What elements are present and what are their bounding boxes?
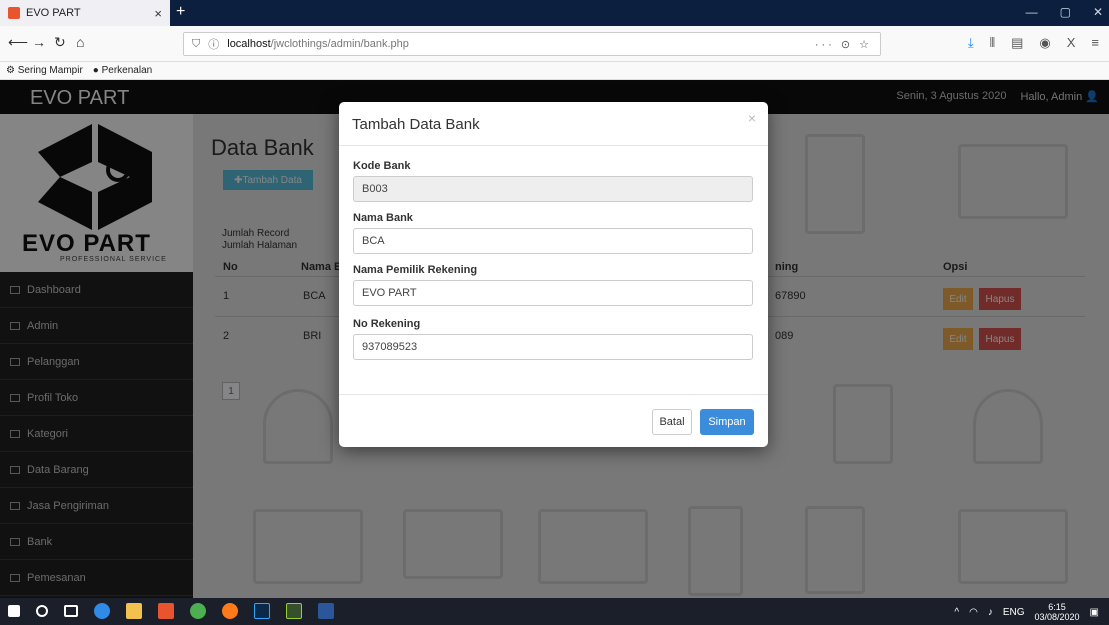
browser-tabbar: EVO PART × + — ▢ ✕ xyxy=(0,0,1109,26)
input-language[interactable]: ENG xyxy=(1003,607,1025,618)
sidebar-icon[interactable]: ▤ xyxy=(1011,35,1023,51)
save-button[interactable]: Simpan xyxy=(700,409,754,435)
page-actions[interactable]: ··· ⊙ ☆ xyxy=(815,38,872,51)
kode-bank-field[interactable] xyxy=(353,176,753,202)
minimize-icon[interactable]: — xyxy=(1026,5,1038,19)
firefox-icon[interactable] xyxy=(222,603,238,619)
task-view-icon[interactable] xyxy=(64,605,78,617)
bookmark-sering-mampir[interactable]: ⚙ Sering Mampir xyxy=(6,65,83,76)
home-icon[interactable]: ⌂ xyxy=(76,34,84,50)
url-bar[interactable]: ⛉ ⓘ localhost /jwclothings/admin/bank.ph… xyxy=(183,32,881,56)
photoshop-icon[interactable] xyxy=(254,603,270,619)
kode-bank-label: Kode Bank xyxy=(353,160,411,172)
library-icon[interactable]: ⫴ xyxy=(990,35,995,51)
file-explorer-icon[interactable] xyxy=(126,603,142,619)
menu-icon[interactable]: ≡ xyxy=(1091,35,1099,51)
cancel-button[interactable]: Batal xyxy=(652,409,692,435)
pemilik-rekening-label: Nama Pemilik Rekening xyxy=(353,264,478,276)
url-host: localhost xyxy=(227,38,271,50)
browser-toolbar: ⤓ ⫴ ▤ ◉ X ≡ xyxy=(968,35,1099,51)
search-icon[interactable] xyxy=(36,605,48,617)
bookmark-perkenalan[interactable]: ● Perkenalan xyxy=(93,65,152,76)
edge-icon[interactable] xyxy=(94,603,110,619)
word-icon[interactable] xyxy=(318,603,334,619)
os-taskbar: ^ ◠ ♪ ENG 6:15 03/08/2020 ▣ xyxy=(0,598,1109,625)
volume-icon[interactable]: ♪ xyxy=(988,607,993,618)
maximize-icon[interactable]: ▢ xyxy=(1060,5,1071,19)
close-window-icon[interactable]: ✕ xyxy=(1093,5,1103,19)
tab-title: EVO PART xyxy=(26,7,81,19)
info-icon: ⓘ xyxy=(208,39,220,51)
browser-navbar: ⟵ → ↻ ⌂ ⛉ ⓘ localhost /jwclothings/admin… xyxy=(0,26,1109,62)
chrome-icon[interactable] xyxy=(190,603,206,619)
dreamweaver-icon[interactable] xyxy=(286,603,302,619)
nama-bank-label: Nama Bank xyxy=(353,212,413,224)
modal-backdrop-left[interactable] xyxy=(0,80,193,598)
xampp-icon[interactable] xyxy=(158,603,174,619)
system-tray: ^ ◠ ♪ ENG 6:15 03/08/2020 ▣ xyxy=(954,602,1099,622)
no-rekening-label: No Rekening xyxy=(353,318,421,330)
no-rekening-field[interactable] xyxy=(353,334,753,360)
url-path: /jwclothings/admin/bank.php xyxy=(270,38,409,50)
extension-icon[interactable]: X xyxy=(1067,35,1076,51)
forward-icon[interactable]: → xyxy=(32,34,46,50)
pemilik-rekening-field[interactable] xyxy=(353,280,753,306)
tab-close-icon[interactable]: × xyxy=(154,6,162,21)
modal-footer: Batal Simpan xyxy=(339,394,768,447)
back-icon[interactable]: ⟵ xyxy=(8,34,28,51)
modal-title: Tambah Data Bank xyxy=(352,116,480,133)
clock[interactable]: 6:15 03/08/2020 xyxy=(1035,602,1080,622)
nama-bank-field[interactable] xyxy=(353,228,753,254)
account-icon[interactable]: ◉ xyxy=(1039,35,1050,51)
add-bank-modal: Tambah Data Bank × Kode Bank Nama Bank N… xyxy=(339,102,768,447)
notification-icon[interactable]: ▣ xyxy=(1090,607,1099,618)
favicon-icon xyxy=(8,7,20,19)
tray-expand-icon[interactable]: ^ xyxy=(954,607,959,618)
network-icon[interactable]: ◠ xyxy=(969,607,978,618)
modal-header: Tambah Data Bank × xyxy=(339,102,768,146)
browser-tab[interactable]: EVO PART × xyxy=(0,0,170,26)
download-icon[interactable]: ⤓ xyxy=(968,35,974,51)
windows-start-icon[interactable] xyxy=(8,605,20,617)
shield-icon: ⛉ xyxy=(192,37,201,50)
reload-icon[interactable]: ↻ xyxy=(54,34,66,51)
close-icon[interactable]: × xyxy=(748,110,756,126)
window-controls: — ▢ ✕ xyxy=(1026,5,1103,19)
bookmarks-bar: ⚙ Sering Mampir ● Perkenalan xyxy=(0,62,1109,80)
new-tab-button[interactable]: + xyxy=(176,3,185,21)
